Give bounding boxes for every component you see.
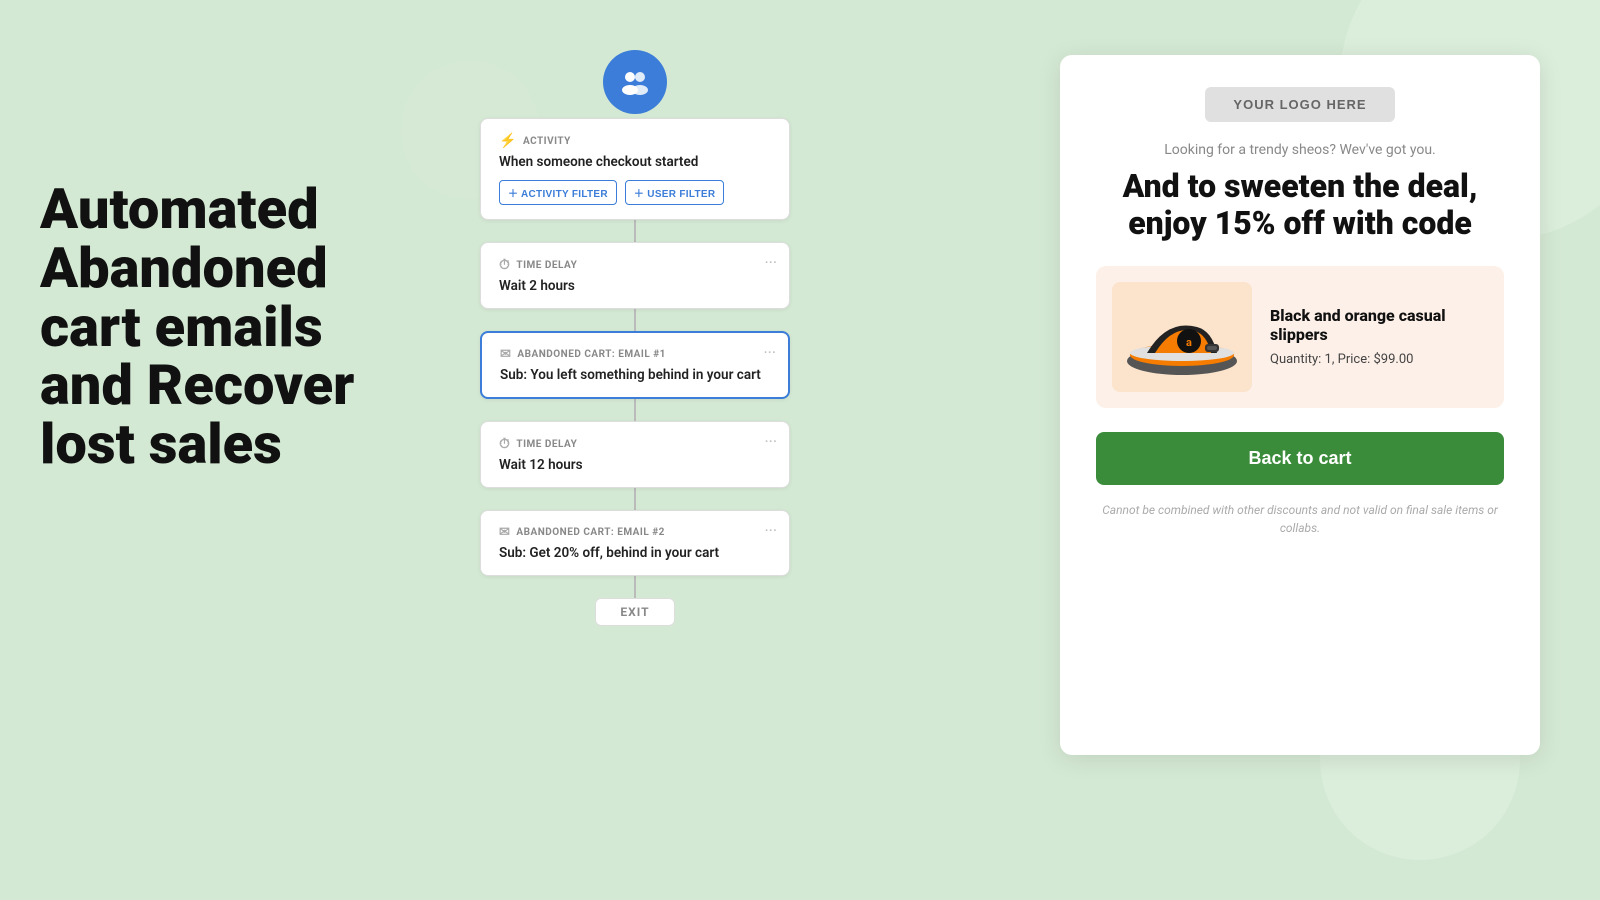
delay1-label: ⏱ TIME DELAY — [499, 257, 771, 273]
activity-label: ⚡ ACTIVITY — [499, 133, 771, 149]
activity-filters: ＋ ACTIVITY FILTER ＋ USER FILTER — [499, 180, 771, 205]
workflow-section: ⚡ ACTIVITY When someone checkout started… — [470, 50, 800, 626]
main-headline: Automated Abandoned cart emails and Reco… — [40, 180, 420, 474]
connector-2 — [634, 309, 636, 331]
time-delay-2-card: ··· ⏱ TIME DELAY Wait 12 hours — [480, 421, 790, 488]
product-name: Black and orange casual slippers — [1270, 306, 1488, 344]
exit-node: EXIT — [595, 598, 674, 626]
bolt-icon: ⚡ — [499, 133, 517, 149]
connector-3 — [634, 399, 636, 421]
clock-icon-1: ⏱ — [499, 257, 510, 273]
left-section: Automated Abandoned cart emails and Reco… — [40, 180, 420, 474]
product-image: a — [1112, 282, 1252, 392]
delay1-text: Wait 2 hours — [499, 278, 771, 294]
email-preview-panel: YOUR LOGO HERE Looking for a trendy sheo… — [1060, 55, 1540, 755]
dots-menu-4[interactable]: ··· — [764, 521, 777, 540]
activity-card: ⚡ ACTIVITY When someone checkout started… — [480, 118, 790, 220]
email-product-block: a Black and orange casual slippers Quant… — [1096, 266, 1504, 408]
logo-button[interactable]: YOUR LOGO HERE — [1205, 87, 1394, 122]
dots-menu-2[interactable]: ··· — [763, 343, 776, 362]
email-headline: And to sweeten the deal, enjoy 15% off w… — [1096, 168, 1504, 242]
email-2-card: ··· ✉ ABANDONED CART: EMAIL #2 Sub: Get … — [480, 510, 790, 576]
connector-4 — [634, 488, 636, 510]
dots-menu-1[interactable]: ··· — [764, 253, 777, 272]
delay2-text: Wait 12 hours — [499, 457, 771, 473]
email-disclaimer: Cannot be combined with other discounts … — [1096, 501, 1504, 537]
svg-text:a: a — [1186, 336, 1192, 349]
email-1-card: ··· ✉ ABANDONED CART: EMAIL #1 Sub: You … — [480, 331, 790, 399]
time-delay-1-card: ··· ⏱ TIME DELAY Wait 2 hours — [480, 242, 790, 309]
delay2-label: ⏱ TIME DELAY — [499, 436, 771, 452]
user-filter-btn[interactable]: ＋ USER FILTER — [625, 180, 725, 205]
connector-5 — [634, 576, 636, 598]
email2-text: Sub: Get 20% off, behind in your cart — [499, 545, 771, 561]
email-icon-2: ✉ — [499, 525, 510, 540]
email1-text: Sub: You left something behind in your c… — [500, 367, 770, 383]
product-info: Black and orange casual slippers Quantit… — [1270, 306, 1488, 367]
workflow-avatar — [603, 50, 667, 114]
connector-1 — [634, 220, 636, 242]
clock-icon-2: ⏱ — [499, 436, 510, 452]
email-tagline: Looking for a trendy sheos? Wev've got y… — [1096, 142, 1504, 158]
email-icon-1: ✉ — [500, 347, 511, 362]
product-meta: Quantity: 1, Price: $99.00 — [1270, 352, 1488, 367]
activity-text: When someone checkout started — [499, 154, 771, 170]
activity-filter-btn[interactable]: ＋ ACTIVITY FILTER — [499, 180, 617, 205]
back-to-cart-button[interactable]: Back to cart — [1096, 432, 1504, 485]
email1-label: ✉ ABANDONED CART: EMAIL #1 — [500, 347, 770, 362]
dots-menu-3[interactable]: ··· — [764, 432, 777, 451]
email2-label: ✉ ABANDONED CART: EMAIL #2 — [499, 525, 771, 540]
